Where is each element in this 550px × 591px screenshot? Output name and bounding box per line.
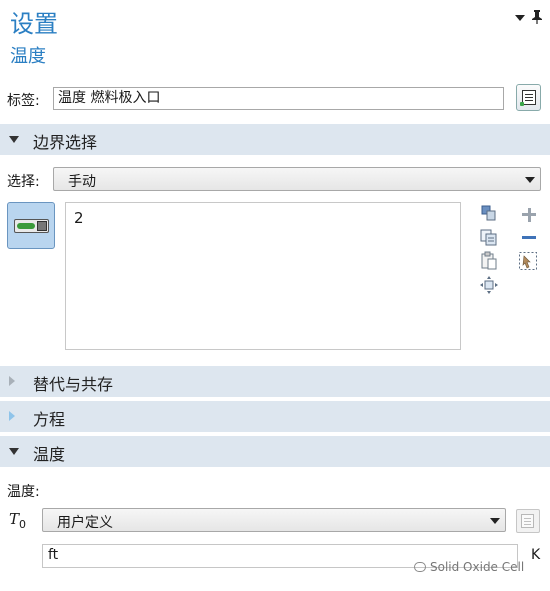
section-title: 边界选择 <box>33 133 98 152</box>
expanded-caret-icon <box>9 136 19 143</box>
activate-selection-toggle-icon <box>14 219 49 233</box>
t0-subscript: 0 <box>19 518 27 531</box>
section-boundary-selection[interactable]: 边界选择 <box>0 124 550 155</box>
plus-bar-v <box>527 207 531 222</box>
selection-list[interactable]: 2 <box>65 202 461 350</box>
section-title: 方程 <box>33 410 66 429</box>
page-subtitle: 温度 <box>10 46 46 67</box>
section-override-coexistence[interactable]: 替代与共存 <box>0 366 550 397</box>
temperature-unit: K <box>531 547 541 563</box>
minus-bar <box>522 236 536 239</box>
label-row: 标签: 温度 燃料极入口 <box>0 84 550 114</box>
remove-icon[interactable] <box>522 227 542 247</box>
dropdown-arrow-icon[interactable] <box>515 12 525 25</box>
wechat-icon <box>414 562 426 572</box>
t0-symbol: T0 <box>9 510 26 531</box>
toggle-fill <box>17 223 35 229</box>
label-caption: 标签: <box>7 93 40 109</box>
document-icon <box>521 514 534 528</box>
temperature-source-dropdown[interactable]: 用户定义 <box>42 508 506 532</box>
paste-selection-icon[interactable] <box>479 204 499 224</box>
expanded-caret-icon <box>9 448 19 455</box>
section-temperature[interactable]: 温度 <box>0 436 550 467</box>
add-icon[interactable] <box>522 204 542 224</box>
label-note-button[interactable] <box>516 84 541 111</box>
chevron-down-icon <box>490 518 500 524</box>
zoom-to-selection-icon[interactable] <box>479 275 499 295</box>
selection-dropdown[interactable]: 手动 <box>53 167 541 191</box>
collapsed-caret-icon <box>9 376 15 386</box>
create-selection-icon[interactable] <box>518 251 538 271</box>
t0-letter: T <box>9 510 20 528</box>
watermark: Solid Oxide Cell <box>414 560 524 574</box>
selection-label: 选择: <box>7 174 40 190</box>
label-note-icon <box>522 90 536 105</box>
copy-selection-icon[interactable] <box>479 228 499 248</box>
temperature-label: 温度: <box>7 484 40 500</box>
selection-value: 手动 <box>68 174 96 190</box>
note-dot-icon <box>520 102 524 106</box>
label-field[interactable]: 温度 燃料极入口 <box>53 87 504 110</box>
selection-row: 选择: 手动 <box>0 166 550 194</box>
watermark-text: Solid Oxide Cell <box>430 560 525 574</box>
edit-expression-button[interactable] <box>516 509 540 533</box>
list-item[interactable]: 2 <box>74 209 84 227</box>
temperature-source-value: 用户定义 <box>57 515 113 531</box>
settings-header: 设置 温度 <box>0 0 550 72</box>
clear-selection-icon[interactable] <box>479 251 499 271</box>
chevron-down-icon <box>525 177 535 183</box>
collapsed-caret-icon <box>9 411 15 421</box>
toggle-knob <box>37 221 47 231</box>
section-title: 替代与共存 <box>33 375 114 394</box>
section-title: 温度 <box>33 445 66 464</box>
activate-selection-toggle[interactable] <box>7 202 55 249</box>
pin-icon[interactable] <box>531 10 543 27</box>
section-equation[interactable]: 方程 <box>0 401 550 432</box>
page-title: 设置 <box>10 10 58 38</box>
